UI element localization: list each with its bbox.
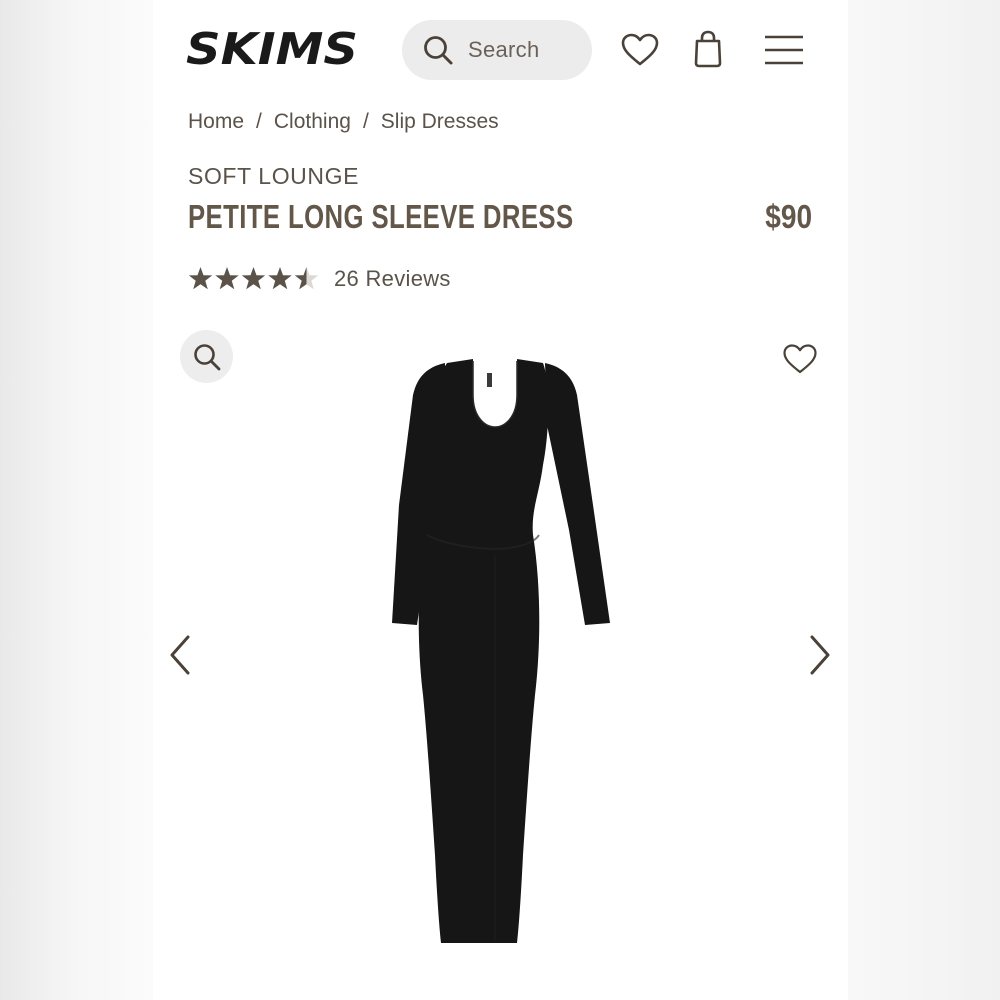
svg-text:SKIMS: SKIMS — [186, 26, 358, 70]
breadcrumb-separator: / — [256, 110, 262, 133]
product-rating[interactable]: 26 Reviews — [188, 266, 451, 292]
star-icon — [268, 267, 292, 290]
product-page: SKIMS Search Home / Clothing / Slip Dresses … — [153, 0, 848, 1000]
star-icon — [294, 267, 319, 290]
star-icon — [188, 267, 213, 290]
review-count[interactable]: 26 Reviews — [334, 266, 451, 292]
zoom-button[interactable] — [180, 330, 233, 383]
search-icon — [424, 36, 453, 65]
star-rating — [188, 267, 319, 290]
search-placeholder: Search — [468, 37, 540, 62]
zoom-icon — [193, 343, 220, 370]
product-image[interactable] — [383, 355, 613, 947]
breadcrumb-separator: / — [362, 110, 369, 133]
product-title: PETITE LONG SLEEVE DRESS — [188, 198, 574, 235]
chevron-right-icon[interactable] — [805, 634, 833, 676]
skims-logo[interactable]: SKIMS — [184, 26, 360, 70]
breadcrumb-home[interactable]: Home — [188, 110, 244, 133]
breadcrumb-slip-dresses[interactable]: Slip Dresses — [381, 110, 499, 133]
heart-icon[interactable] — [620, 32, 660, 68]
menu-icon[interactable] — [764, 35, 804, 65]
product-price: $90 — [765, 198, 812, 235]
breadcrumb: Home / Clothing / Slip Dresses — [188, 110, 499, 134]
chevron-left-icon[interactable] — [167, 634, 195, 676]
star-icon — [241, 267, 266, 290]
bag-icon[interactable] — [693, 30, 723, 68]
search-bar[interactable]: Search — [402, 20, 592, 80]
star-icon — [215, 267, 239, 290]
favorite-icon[interactable] — [782, 343, 818, 375]
product-collection: SOFT LOUNGE — [188, 163, 360, 189]
breadcrumb-clothing[interactable]: Clothing — [274, 110, 351, 133]
